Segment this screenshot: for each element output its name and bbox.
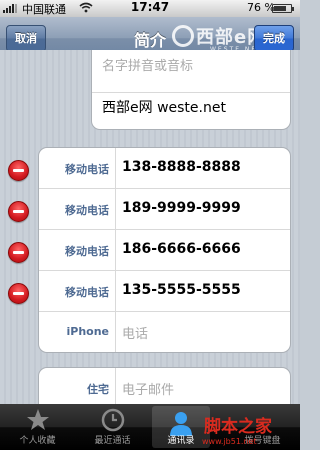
phonetic-name-field[interactable]: 名字拼音或音标	[92, 53, 290, 93]
name-card: 名字拼音或音标 西部e网 weste.net	[91, 50, 291, 130]
phone-row[interactable]: 移动电话 189-9999-9999	[39, 189, 290, 230]
phone-card: 移动电话 138-8888-8888 移动电话 189-9999-9999 移动…	[38, 147, 291, 353]
phone-row[interactable]: 移动电话 186-6666-6666	[39, 230, 290, 271]
new-phone-placeholder[interactable]: 电话	[122, 323, 148, 342]
phone-row[interactable]: 移动电话 138-8888-8888	[39, 148, 290, 189]
new-phone-row[interactable]: iPhone 电话	[39, 312, 290, 353]
email-label[interactable]: 住宅	[39, 381, 109, 397]
delete-phone-button[interactable]	[8, 160, 29, 181]
phone-number[interactable]: 189-9999-9999	[122, 200, 241, 216]
delete-phone-button[interactable]	[8, 283, 29, 304]
tab-favorites[interactable]: 个人收藏	[0, 404, 75, 450]
watermark-jb51: 脚本之家 www.jb51.net	[200, 412, 300, 450]
phone-label[interactable]: 移动电话	[39, 202, 109, 218]
watermark-url: www.jb51.net	[202, 437, 257, 446]
contact-edit-form[interactable]: 名字拼音或音标 西部e网 weste.net 移动电话 138-8888-888…	[0, 50, 300, 404]
new-phone-label[interactable]: iPhone	[39, 325, 109, 338]
email-card: 住宅 电子邮件	[38, 367, 291, 404]
phone-label[interactable]: 移动电话	[39, 161, 109, 177]
clock-icon	[101, 408, 124, 432]
phone-number[interactable]: 138-8888-8888	[122, 159, 241, 175]
done-button[interactable]: 完成	[254, 25, 294, 52]
tab-recents[interactable]: 最近通话	[75, 404, 150, 450]
delete-phone-button[interactable]	[8, 201, 29, 222]
battery-icon	[272, 4, 294, 13]
battery-percent: 76 %	[247, 1, 275, 14]
email-placeholder[interactable]: 电子邮件	[122, 379, 174, 398]
delete-phone-button[interactable]	[8, 242, 29, 263]
phonetic-name-placeholder: 名字拼音或音标	[102, 59, 194, 74]
phone-number[interactable]: 135-5555-5555	[122, 282, 241, 298]
company-field[interactable]: 西部e网 weste.net	[92, 93, 290, 133]
phone-row[interactable]: 移动电话 135-5555-5555	[39, 271, 290, 312]
weste-logo-icon	[172, 25, 194, 47]
status-bar: 中国联通 17:47 76 %	[0, 0, 300, 17]
watermark-text: 脚本之家	[204, 417, 272, 437]
phone-label[interactable]: 移动电话	[39, 243, 109, 259]
phone-number[interactable]: 186-6666-6666	[122, 241, 241, 257]
star-icon	[26, 409, 49, 430]
phone-label[interactable]: 移动电话	[39, 284, 109, 300]
company-value: 西部e网 weste.net	[102, 100, 226, 116]
tab-label: 最近通话	[94, 436, 131, 446]
tab-label: 个人收藏	[19, 436, 56, 446]
